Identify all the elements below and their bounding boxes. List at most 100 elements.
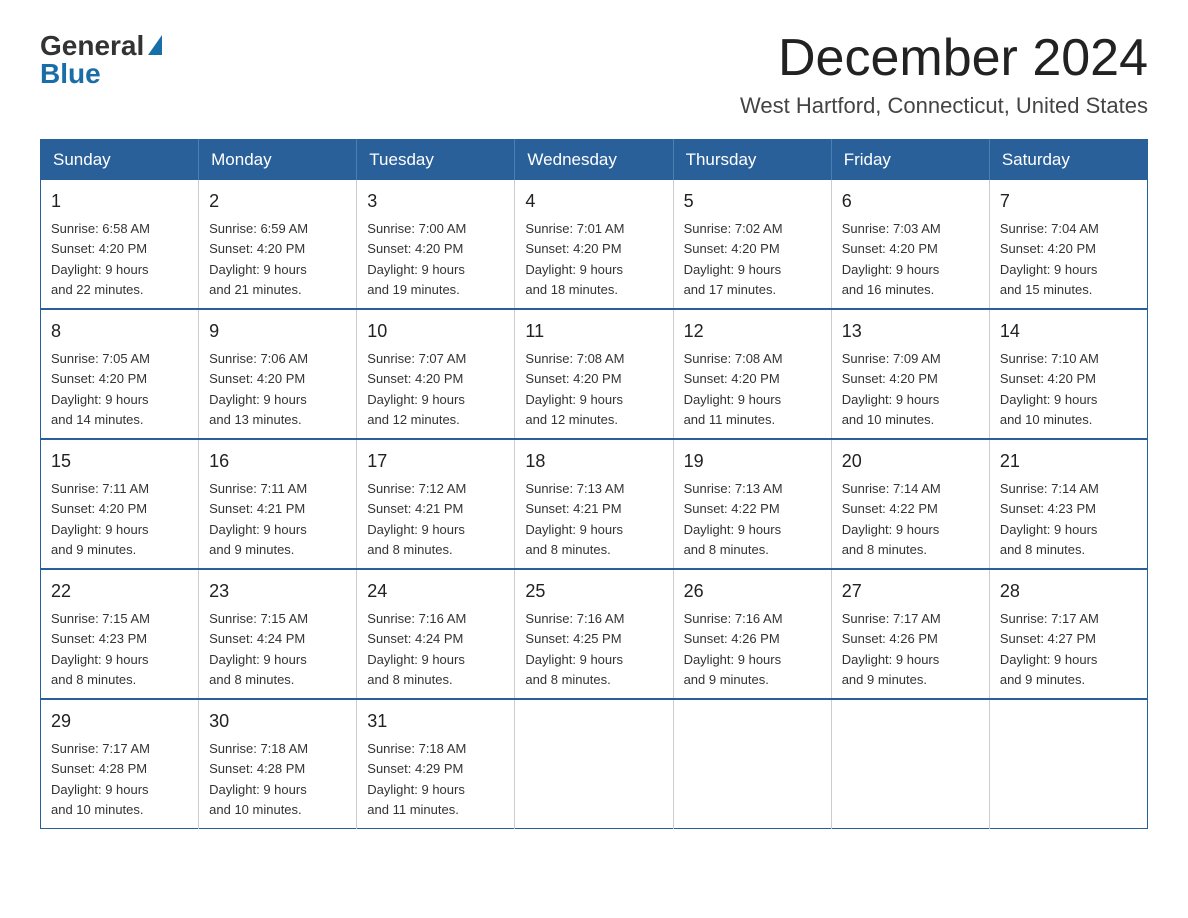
- day-of-week-header: Wednesday: [515, 140, 673, 181]
- header: General Blue December 2024 West Hartford…: [40, 30, 1148, 119]
- calendar-day-cell: 14 Sunrise: 7:10 AMSunset: 4:20 PMDaylig…: [989, 309, 1147, 439]
- day-info: Sunrise: 7:16 AMSunset: 4:25 PMDaylight:…: [525, 611, 624, 687]
- day-number: 21: [1000, 448, 1137, 475]
- day-of-week-header: Saturday: [989, 140, 1147, 181]
- day-number: 25: [525, 578, 662, 605]
- day-number: 3: [367, 188, 504, 215]
- day-info: Sunrise: 7:12 AMSunset: 4:21 PMDaylight:…: [367, 481, 466, 557]
- day-number: 8: [51, 318, 188, 345]
- day-number: 7: [1000, 188, 1137, 215]
- calendar-day-cell: 4 Sunrise: 7:01 AMSunset: 4:20 PMDayligh…: [515, 180, 673, 309]
- calendar-day-cell: 9 Sunrise: 7:06 AMSunset: 4:20 PMDayligh…: [199, 309, 357, 439]
- day-info: Sunrise: 7:02 AMSunset: 4:20 PMDaylight:…: [684, 221, 783, 297]
- calendar-day-cell: [831, 699, 989, 829]
- calendar-day-cell: 10 Sunrise: 7:07 AMSunset: 4:20 PMDaylig…: [357, 309, 515, 439]
- day-of-week-header: Monday: [199, 140, 357, 181]
- day-number: 11: [525, 318, 662, 345]
- calendar-week-row: 1 Sunrise: 6:58 AMSunset: 4:20 PMDayligh…: [41, 180, 1148, 309]
- logo-triangle-icon: [148, 35, 162, 55]
- day-info: Sunrise: 7:10 AMSunset: 4:20 PMDaylight:…: [1000, 351, 1099, 427]
- day-number: 4: [525, 188, 662, 215]
- calendar-day-cell: 28 Sunrise: 7:17 AMSunset: 4:27 PMDaylig…: [989, 569, 1147, 699]
- day-number: 13: [842, 318, 979, 345]
- day-info: Sunrise: 7:00 AMSunset: 4:20 PMDaylight:…: [367, 221, 466, 297]
- day-number: 30: [209, 708, 346, 735]
- day-info: Sunrise: 7:11 AMSunset: 4:21 PMDaylight:…: [209, 481, 307, 557]
- calendar-day-cell: 5 Sunrise: 7:02 AMSunset: 4:20 PMDayligh…: [673, 180, 831, 309]
- day-of-week-header: Sunday: [41, 140, 199, 181]
- day-info: Sunrise: 7:18 AMSunset: 4:29 PMDaylight:…: [367, 741, 466, 817]
- day-number: 17: [367, 448, 504, 475]
- day-info: Sunrise: 7:04 AMSunset: 4:20 PMDaylight:…: [1000, 221, 1099, 297]
- calendar-header-row: SundayMondayTuesdayWednesdayThursdayFrid…: [41, 140, 1148, 181]
- day-info: Sunrise: 7:08 AMSunset: 4:20 PMDaylight:…: [684, 351, 783, 427]
- calendar-day-cell: 3 Sunrise: 7:00 AMSunset: 4:20 PMDayligh…: [357, 180, 515, 309]
- day-number: 22: [51, 578, 188, 605]
- calendar-day-cell: 20 Sunrise: 7:14 AMSunset: 4:22 PMDaylig…: [831, 439, 989, 569]
- day-info: Sunrise: 7:17 AMSunset: 4:27 PMDaylight:…: [1000, 611, 1099, 687]
- day-of-week-header: Friday: [831, 140, 989, 181]
- calendar-day-cell: 12 Sunrise: 7:08 AMSunset: 4:20 PMDaylig…: [673, 309, 831, 439]
- calendar-day-cell: 21 Sunrise: 7:14 AMSunset: 4:23 PMDaylig…: [989, 439, 1147, 569]
- day-of-week-header: Tuesday: [357, 140, 515, 181]
- day-number: 18: [525, 448, 662, 475]
- calendar-day-cell: 29 Sunrise: 7:17 AMSunset: 4:28 PMDaylig…: [41, 699, 199, 829]
- calendar-week-row: 22 Sunrise: 7:15 AMSunset: 4:23 PMDaylig…: [41, 569, 1148, 699]
- calendar-day-cell: [515, 699, 673, 829]
- calendar-day-cell: 13 Sunrise: 7:09 AMSunset: 4:20 PMDaylig…: [831, 309, 989, 439]
- day-number: 24: [367, 578, 504, 605]
- day-info: Sunrise: 7:17 AMSunset: 4:26 PMDaylight:…: [842, 611, 941, 687]
- day-info: Sunrise: 7:16 AMSunset: 4:24 PMDaylight:…: [367, 611, 466, 687]
- month-title: December 2024: [740, 30, 1148, 87]
- day-number: 16: [209, 448, 346, 475]
- calendar-day-cell: [989, 699, 1147, 829]
- day-number: 31: [367, 708, 504, 735]
- day-number: 12: [684, 318, 821, 345]
- day-number: 10: [367, 318, 504, 345]
- day-info: Sunrise: 7:13 AMSunset: 4:22 PMDaylight:…: [684, 481, 783, 557]
- day-info: Sunrise: 7:08 AMSunset: 4:20 PMDaylight:…: [525, 351, 624, 427]
- calendar-day-cell: 23 Sunrise: 7:15 AMSunset: 4:24 PMDaylig…: [199, 569, 357, 699]
- day-number: 1: [51, 188, 188, 215]
- logo: General Blue: [40, 30, 162, 90]
- title-area: December 2024 West Hartford, Connecticut…: [740, 30, 1148, 119]
- calendar-day-cell: 8 Sunrise: 7:05 AMSunset: 4:20 PMDayligh…: [41, 309, 199, 439]
- day-info: Sunrise: 6:59 AMSunset: 4:20 PMDaylight:…: [209, 221, 308, 297]
- day-number: 27: [842, 578, 979, 605]
- calendar-table: SundayMondayTuesdayWednesdayThursdayFrid…: [40, 139, 1148, 829]
- day-number: 9: [209, 318, 346, 345]
- calendar-day-cell: 11 Sunrise: 7:08 AMSunset: 4:20 PMDaylig…: [515, 309, 673, 439]
- day-number: 15: [51, 448, 188, 475]
- day-info: Sunrise: 7:15 AMSunset: 4:23 PMDaylight:…: [51, 611, 150, 687]
- day-number: 29: [51, 708, 188, 735]
- calendar-week-row: 15 Sunrise: 7:11 AMSunset: 4:20 PMDaylig…: [41, 439, 1148, 569]
- day-info: Sunrise: 7:01 AMSunset: 4:20 PMDaylight:…: [525, 221, 624, 297]
- calendar-day-cell: 17 Sunrise: 7:12 AMSunset: 4:21 PMDaylig…: [357, 439, 515, 569]
- calendar-day-cell: 15 Sunrise: 7:11 AMSunset: 4:20 PMDaylig…: [41, 439, 199, 569]
- day-info: Sunrise: 7:11 AMSunset: 4:20 PMDaylight:…: [51, 481, 149, 557]
- calendar-day-cell: 2 Sunrise: 6:59 AMSunset: 4:20 PMDayligh…: [199, 180, 357, 309]
- calendar-day-cell: 30 Sunrise: 7:18 AMSunset: 4:28 PMDaylig…: [199, 699, 357, 829]
- calendar-day-cell: [673, 699, 831, 829]
- calendar-day-cell: 22 Sunrise: 7:15 AMSunset: 4:23 PMDaylig…: [41, 569, 199, 699]
- day-info: Sunrise: 7:14 AMSunset: 4:22 PMDaylight:…: [842, 481, 941, 557]
- day-of-week-header: Thursday: [673, 140, 831, 181]
- day-number: 6: [842, 188, 979, 215]
- calendar-day-cell: 6 Sunrise: 7:03 AMSunset: 4:20 PMDayligh…: [831, 180, 989, 309]
- calendar-day-cell: 24 Sunrise: 7:16 AMSunset: 4:24 PMDaylig…: [357, 569, 515, 699]
- day-number: 5: [684, 188, 821, 215]
- calendar-day-cell: 16 Sunrise: 7:11 AMSunset: 4:21 PMDaylig…: [199, 439, 357, 569]
- calendar-day-cell: 26 Sunrise: 7:16 AMSunset: 4:26 PMDaylig…: [673, 569, 831, 699]
- logo-blue-text: Blue: [40, 58, 101, 90]
- day-info: Sunrise: 7:03 AMSunset: 4:20 PMDaylight:…: [842, 221, 941, 297]
- day-info: Sunrise: 7:16 AMSunset: 4:26 PMDaylight:…: [684, 611, 783, 687]
- day-number: 28: [1000, 578, 1137, 605]
- calendar-week-row: 8 Sunrise: 7:05 AMSunset: 4:20 PMDayligh…: [41, 309, 1148, 439]
- day-info: Sunrise: 7:05 AMSunset: 4:20 PMDaylight:…: [51, 351, 150, 427]
- day-info: Sunrise: 7:09 AMSunset: 4:20 PMDaylight:…: [842, 351, 941, 427]
- day-info: Sunrise: 6:58 AMSunset: 4:20 PMDaylight:…: [51, 221, 150, 297]
- day-number: 23: [209, 578, 346, 605]
- location-title: West Hartford, Connecticut, United State…: [740, 93, 1148, 119]
- day-number: 19: [684, 448, 821, 475]
- day-info: Sunrise: 7:17 AMSunset: 4:28 PMDaylight:…: [51, 741, 150, 817]
